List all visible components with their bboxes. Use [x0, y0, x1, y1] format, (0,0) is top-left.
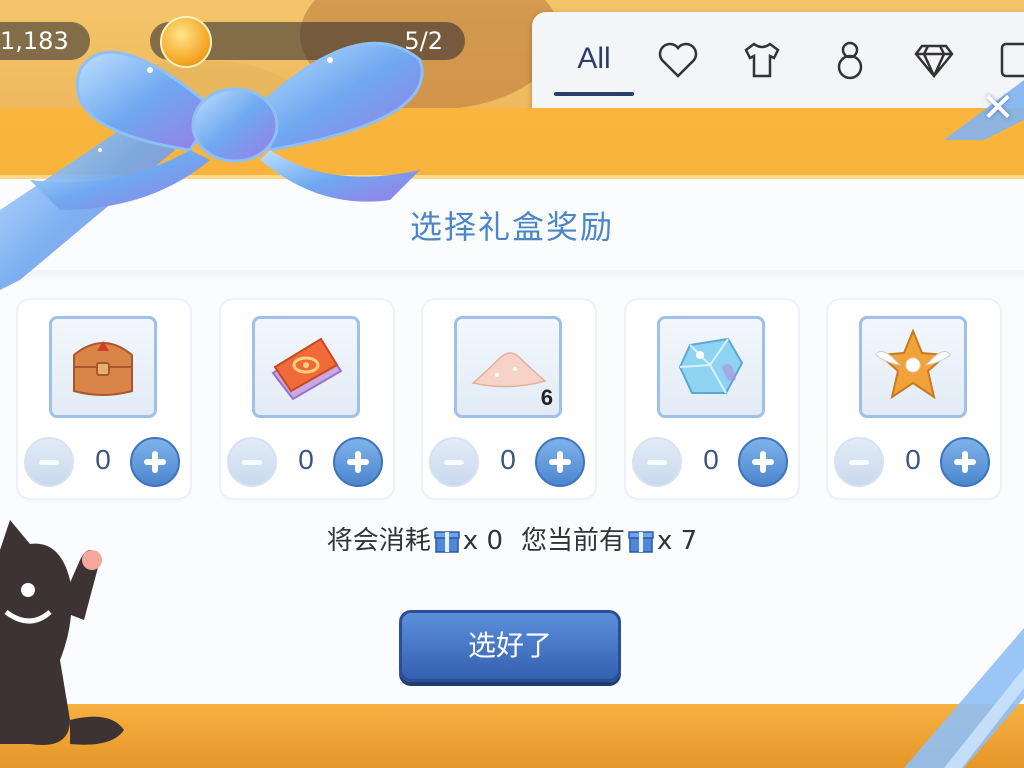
increase-button[interactable] [535, 437, 585, 487]
quantity-value: 0 [95, 444, 111, 475]
item-count-badge: 6 [540, 385, 553, 410]
crystal-icon [678, 337, 744, 394]
decrease-button[interactable] [834, 437, 884, 487]
reward-item-frame[interactable] [657, 316, 765, 418]
chest-icon [73, 341, 133, 396]
quantity-value: 0 [500, 444, 516, 475]
gourd-icon [837, 41, 863, 80]
increase-button[interactable] [940, 437, 990, 487]
shirt-icon [744, 42, 780, 78]
quantity-value: 0 [905, 444, 921, 475]
reward-item-frame[interactable] [252, 316, 360, 418]
gift-box-icon [628, 531, 654, 553]
increase-button[interactable] [333, 437, 383, 487]
tab-all[interactable]: All [554, 34, 634, 96]
ribbon-bow-decoration [0, 41, 424, 290]
will-consume-value: x 0 [462, 526, 503, 556]
you-have-value: x 7 [657, 526, 698, 556]
winged-badge-icon [875, 328, 951, 400]
reward-card: 0 [18, 300, 190, 498]
reward-item-frame[interactable]: 6 [454, 316, 562, 418]
reward-card: 0 [221, 300, 393, 498]
increase-button[interactable] [130, 437, 180, 487]
frame-icon [1000, 42, 1024, 78]
card-pack-icon [271, 337, 343, 401]
heart-icon [658, 42, 698, 78]
tab-heart[interactable] [650, 34, 706, 90]
reward-card: 0 [626, 300, 798, 498]
close-button[interactable]: ✕ [976, 86, 1020, 130]
reward-item-frame[interactable] [859, 316, 967, 418]
decrease-button[interactable] [24, 437, 74, 487]
quantity-value: 0 [703, 444, 719, 475]
decrease-button[interactable] [632, 437, 682, 487]
you-have-label: 您当前有 [521, 526, 626, 556]
tab-items[interactable] [822, 34, 878, 90]
close-icon: ✕ [981, 85, 1015, 131]
decrease-button[interactable] [227, 437, 277, 487]
powder-icon [471, 352, 547, 388]
quantity-value: 0 [298, 444, 314, 475]
reward-card: 6 0 [423, 300, 595, 498]
gift-box-icon [434, 531, 460, 553]
diamond-icon [914, 44, 954, 78]
ribbon-corner-decoration [904, 628, 1024, 768]
reward-item-frame[interactable] [49, 316, 157, 418]
reward-card: 0 [828, 300, 1000, 498]
confirm-button[interactable]: 选好了 [399, 610, 621, 682]
increase-button[interactable] [738, 437, 788, 487]
cat-mascot [0, 520, 124, 745]
will-consume-label: 将会消耗 [326, 526, 431, 556]
reward-card-list: 0 0 6 0 0 0 [18, 300, 1008, 500]
decrease-button[interactable] [429, 437, 479, 487]
tab-clothing[interactable] [734, 34, 790, 90]
